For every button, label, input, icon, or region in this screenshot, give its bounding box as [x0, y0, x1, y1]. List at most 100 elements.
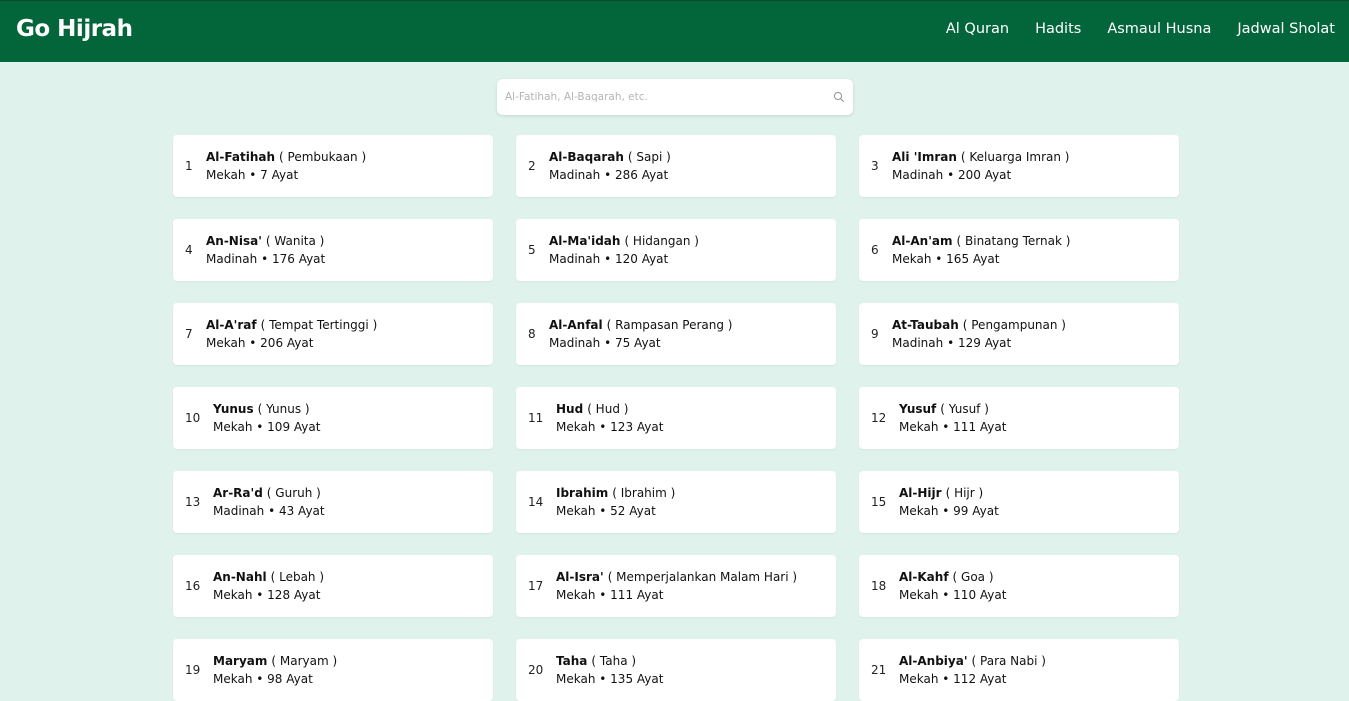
surah-card[interactable]: 17 Al-Isra'( Memperjalankan Malam Hari ) M…: [516, 555, 836, 617]
surah-card[interactable]: 21 Al-Anbiya'( Para Nabi ) Mekah • 112 Aya…: [859, 639, 1179, 701]
surah-card[interactable]: 1 Al-Fatihah( Pembukaan ) Mekah • 7 Ayat: [173, 135, 493, 197]
surah-meta-line: Madinah • 200 Ayat: [892, 167, 1069, 183]
meta-separator: •: [947, 168, 955, 182]
search-box: [497, 79, 853, 115]
surah-number: 15: [871, 495, 887, 509]
surah-ayat-count: 286 Ayat: [614, 168, 669, 182]
surah-card[interactable]: 9 At-Taubah( Pengampunan ) Madinah • 129 A…: [859, 303, 1179, 365]
meta-separator: •: [256, 588, 264, 602]
surah-number: 9: [871, 327, 879, 341]
nav-link-asmaul-husna[interactable]: Asmaul Husna: [1107, 21, 1211, 37]
search-icon[interactable]: [833, 91, 845, 103]
surah-place: Madinah: [892, 168, 944, 182]
surah-card[interactable]: 7 Al-A'raf( Tempat Tertinggi ) Mekah • 206…: [173, 303, 493, 365]
search-input[interactable]: [497, 79, 817, 115]
surah-info: An-Nisa'( Wanita ) Madinah • 176 Ayat: [206, 233, 325, 267]
surah-info: Al-Baqarah( Sapi ) Madinah • 286 Ayat: [549, 149, 671, 183]
surah-meaning: ( Sapi ): [627, 150, 671, 164]
surah-card[interactable]: 19 Maryam( Maryam ) Mekah • 98 Ayat: [173, 639, 493, 701]
surah-place: Madinah: [213, 504, 265, 518]
surah-meta-line: Mekah • 109 Ayat: [213, 419, 320, 435]
surah-number: 7: [185, 327, 193, 341]
surah-card[interactable]: 16 An-Nahl( Lebah ) Mekah • 128 Ayat: [173, 555, 493, 617]
surah-name: Ali 'Imran: [892, 150, 957, 164]
meta-separator: •: [942, 588, 950, 602]
meta-separator: •: [249, 336, 257, 350]
surah-title-line: Al-An'am( Binatang Ternak ): [892, 233, 1070, 249]
surah-card[interactable]: 12 Yusuf( Yusuf ) Mekah • 111 Ayat: [859, 387, 1179, 449]
meta-separator: •: [599, 588, 607, 602]
surah-meaning: ( Para Nabi ): [971, 654, 1046, 668]
meta-separator: •: [249, 168, 257, 182]
surah-name: An-Nahl: [213, 570, 267, 584]
nav-links: Al Quran Hadits Asmaul Husna Jadwal Shol…: [946, 21, 1335, 37]
surah-number: 1: [185, 159, 193, 173]
meta-separator: •: [256, 672, 264, 686]
surah-number: 4: [185, 243, 193, 257]
surah-info: An-Nahl( Lebah ) Mekah • 128 Ayat: [213, 569, 324, 603]
surah-meta-line: Mekah • 99 Ayat: [899, 503, 999, 519]
surah-card[interactable]: 6 Al-An'am( Binatang Ternak ) Mekah • 165 …: [859, 219, 1179, 281]
surah-meta-line: Madinah • 43 Ayat: [213, 503, 325, 519]
surah-meaning: ( Rampasan Perang ): [606, 318, 733, 332]
surah-info: Al-Isra'( Memperjalankan Malam Hari ) Mek…: [556, 569, 797, 603]
surah-info: At-Taubah( Pengampunan ) Madinah • 129 Ay…: [892, 317, 1066, 351]
nav-link-jadwal-sholat[interactable]: Jadwal Sholat: [1237, 21, 1335, 37]
surah-place: Mekah: [899, 504, 939, 518]
surah-place: Mekah: [213, 588, 253, 602]
surah-card[interactable]: 13 Ar-Ra'd( Guruh ) Madinah • 43 Ayat: [173, 471, 493, 533]
meta-separator: •: [256, 420, 264, 434]
meta-separator: •: [268, 504, 276, 518]
surah-name: Al-Baqarah: [549, 150, 624, 164]
surah-info: Ali 'Imran( Keluarga Imran ) Madinah • 20…: [892, 149, 1069, 183]
surah-meaning: ( Lebah ): [270, 570, 325, 584]
surah-card[interactable]: 10 Yunus( Yunus ) Mekah • 109 Ayat: [173, 387, 493, 449]
surah-title-line: Al-Anbiya'( Para Nabi ): [899, 653, 1046, 669]
surah-title-line: An-Nahl( Lebah ): [213, 569, 324, 585]
surah-name: Ibrahim: [556, 486, 609, 500]
meta-separator: •: [942, 420, 950, 434]
surah-ayat-count: 99 Ayat: [953, 504, 999, 518]
surah-number: 16: [185, 579, 201, 593]
surah-ayat-count: 165 Ayat: [946, 252, 1000, 266]
surah-meta-line: Mekah • 111 Ayat: [556, 587, 797, 603]
surah-place: Mekah: [556, 420, 596, 434]
surah-meta-line: Mekah • 52 Ayat: [556, 503, 675, 519]
surah-card[interactable]: 20 Taha( Taha ) Mekah • 135 Ayat: [516, 639, 836, 701]
surah-meta-line: Mekah • 110 Ayat: [899, 587, 1006, 603]
surah-place: Madinah: [549, 336, 601, 350]
surah-info: Al-Anfal( Rampasan Perang ) Madinah • 75 …: [549, 317, 732, 351]
surah-meaning: ( Ibrahim ): [612, 486, 676, 500]
surah-card[interactable]: 5 Al-Ma'idah( Hidangan ) Madinah • 120 Aya…: [516, 219, 836, 281]
surah-card[interactable]: 4 An-Nisa'( Wanita ) Madinah • 176 Ayat: [173, 219, 493, 281]
nav-link-al-quran[interactable]: Al Quran: [946, 21, 1009, 37]
surah-info: Al-Ma'idah( Hidangan ) Madinah • 120 Ayat: [549, 233, 699, 267]
brand-logo[interactable]: Go Hijrah: [16, 16, 133, 42]
surah-meaning: ( Goa ): [952, 570, 994, 584]
surah-meaning: ( Keluarga Imran ): [960, 150, 1070, 164]
surah-card[interactable]: 14 Ibrahim( Ibrahim ) Mekah • 52 Ayat: [516, 471, 836, 533]
surah-title-line: Ali 'Imran( Keluarga Imran ): [892, 149, 1069, 165]
surah-info: Al-Fatihah( Pembukaan ) Mekah • 7 Ayat: [206, 149, 366, 183]
meta-separator: •: [604, 168, 612, 182]
surah-place: Mekah: [213, 672, 253, 686]
surah-title-line: At-Taubah( Pengampunan ): [892, 317, 1066, 333]
surah-title-line: Taha( Taha ): [556, 653, 663, 669]
surah-ayat-count: 206 Ayat: [260, 336, 314, 350]
surah-ayat-count: 135 Ayat: [610, 672, 664, 686]
surah-name: Al-Fatihah: [206, 150, 276, 164]
surah-meta-line: Mekah • 165 Ayat: [892, 251, 1070, 267]
surah-card[interactable]: 11 Hud( Hud ) Mekah • 123 Ayat: [516, 387, 836, 449]
surah-card[interactable]: 8 Al-Anfal( Rampasan Perang ) Madinah • 75…: [516, 303, 836, 365]
surah-card[interactable]: 18 Al-Kahf( Goa ) Mekah • 110 Ayat: [859, 555, 1179, 617]
surah-card[interactable]: 15 Al-Hijr( Hijr ) Mekah • 99 Ayat: [859, 471, 1179, 533]
surah-place: Mekah: [899, 672, 939, 686]
nav-link-hadits[interactable]: Hadits: [1035, 21, 1081, 37]
surah-name: Al-An'am: [892, 234, 953, 248]
surah-ayat-count: 52 Ayat: [610, 504, 656, 518]
surah-info: Hud( Hud ) Mekah • 123 Ayat: [556, 401, 663, 435]
surah-number: 14: [528, 495, 544, 509]
surah-card[interactable]: 2 Al-Baqarah( Sapi ) Madinah • 286 Ayat: [516, 135, 836, 197]
surah-number: 11: [528, 411, 544, 425]
surah-card[interactable]: 3 Ali 'Imran( Keluarga Imran ) Madinah • 2…: [859, 135, 1179, 197]
